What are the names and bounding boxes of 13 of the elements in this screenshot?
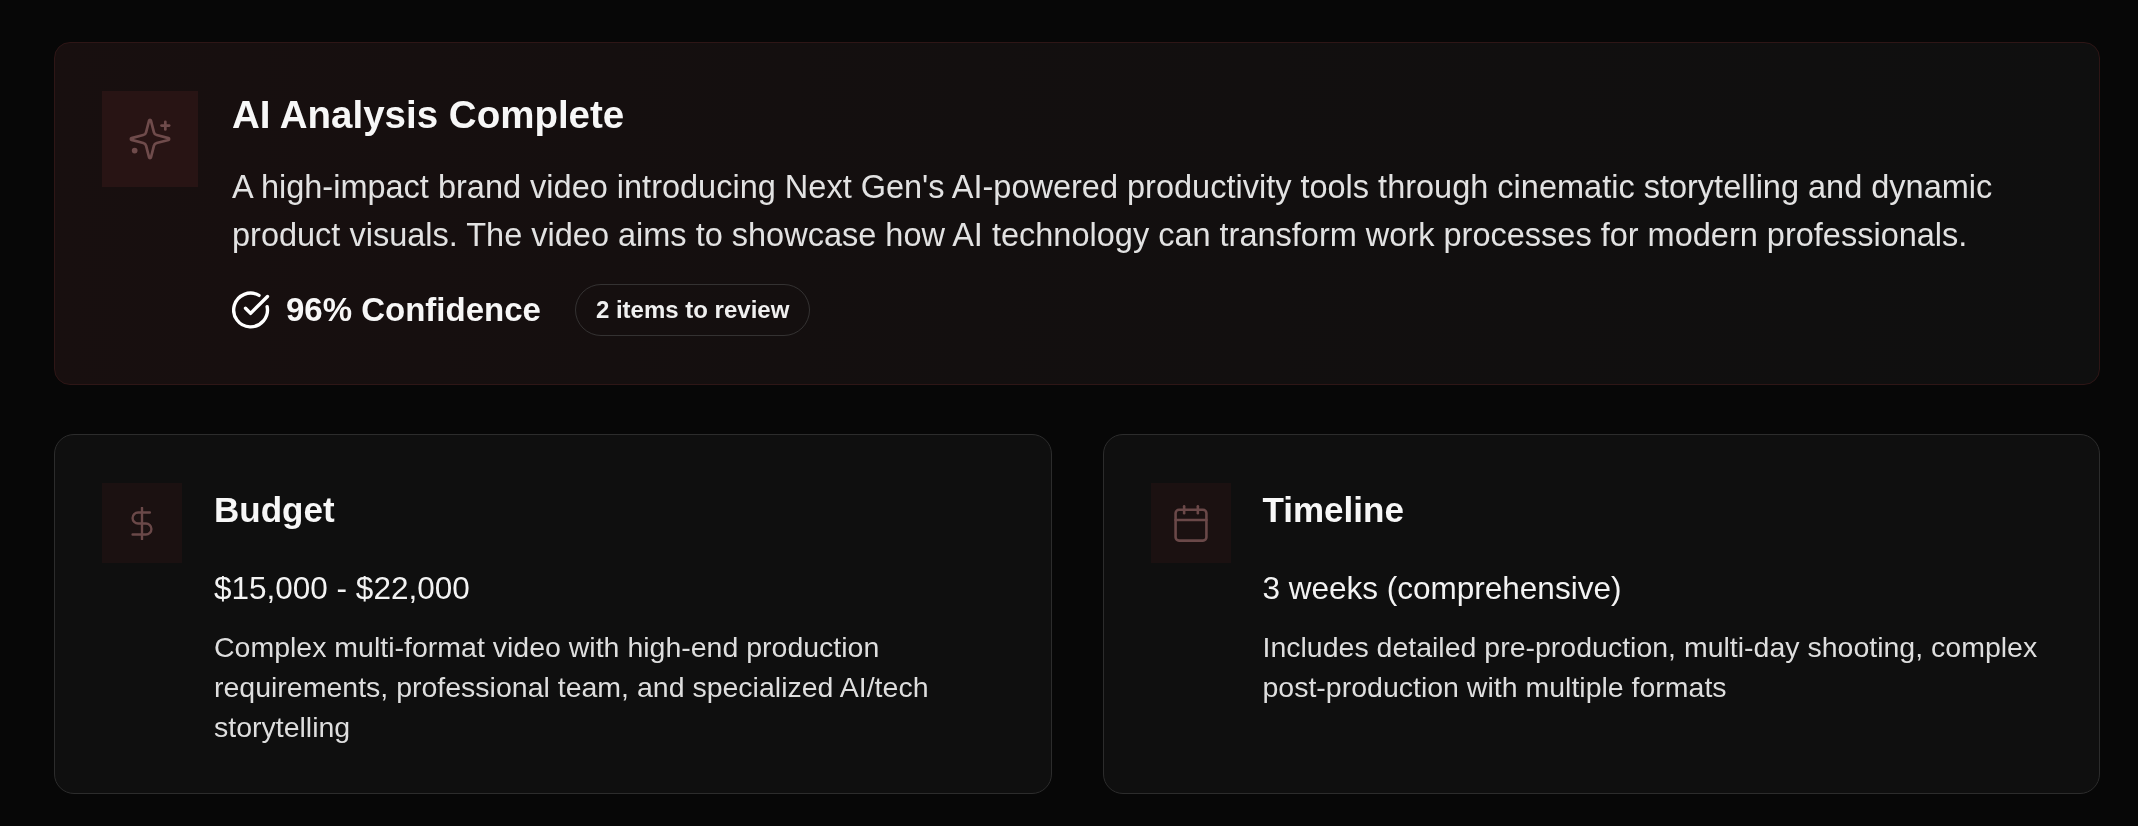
confidence-label: 96% Confidence bbox=[286, 291, 541, 329]
dollar-icon bbox=[102, 483, 182, 563]
analysis-title: AI Analysis Complete bbox=[232, 92, 626, 138]
card-description: Includes detailed pre-production, multi-day shooting, complex post-production with multiple formats bbox=[1262, 630, 2039, 705]
check-circle-icon bbox=[232, 291, 270, 329]
calendar-icon bbox=[1150, 483, 1231, 563]
card-value: 3 weeks (comprehensive) bbox=[1262, 569, 1623, 608]
card-description: Complex multi-format video with high-end production requirements, professional team, and specialized AI/tech storytelling bbox=[214, 630, 930, 745]
analysis-summary: A high-impact brand video introducing Next Gen's AI-powered productivity tools through cinematic storytelling and dynamic product visuals. The video aims to showcase how AI technology can transform work processes for modern professionals. bbox=[232, 168, 1994, 255]
sparkle-icon bbox=[102, 91, 198, 187]
card-title: Timeline bbox=[1262, 489, 1405, 531]
card-title: Budget bbox=[214, 489, 336, 531]
card-value: $15,000 - $22,000 bbox=[214, 569, 471, 608]
